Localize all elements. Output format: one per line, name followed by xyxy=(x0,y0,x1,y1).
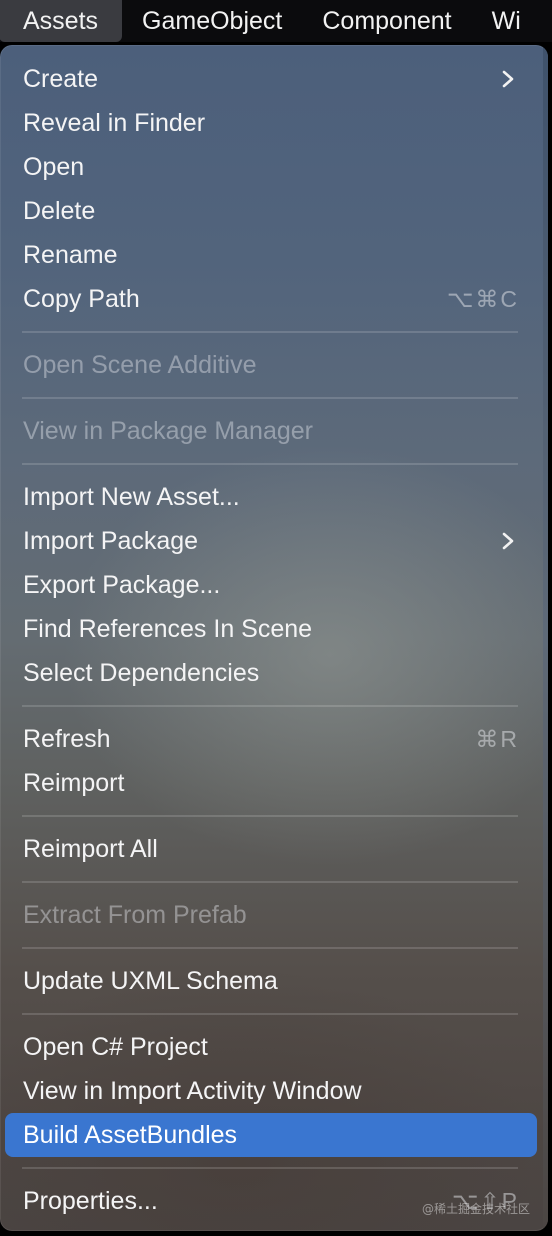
menu-item-label: Properties... xyxy=(23,1186,158,1215)
menu-item-open-scene-additive: Open Scene Additive xyxy=(5,343,537,387)
menubar-assets[interactable]: Assets xyxy=(0,0,123,42)
menu-item-label: Reimport All xyxy=(23,834,158,863)
watermark: @稀土掘金技术社区 xyxy=(421,1202,530,1216)
menu-item-label: Reimport xyxy=(23,768,125,797)
menu-item-label: Open C# Project xyxy=(23,1032,208,1061)
menu-item-delete[interactable]: Delete xyxy=(5,189,537,233)
menu-item-extract-from-prefab: Extract From Prefab xyxy=(5,893,537,937)
menu-item-update-uxml-schema[interactable]: Update UXML Schema xyxy=(5,959,537,1003)
menu-item-build-assetbundles[interactable]: Build AssetBundles xyxy=(5,1113,537,1157)
menu-separator xyxy=(22,387,518,409)
shortcut-label: ⌘R xyxy=(475,725,519,752)
menu-item-label: Open Scene Additive xyxy=(23,350,257,379)
menu-item-label: Extract From Prefab xyxy=(23,900,247,929)
screen: Assets GameObject Component Wi Create Rev… xyxy=(0,0,552,1236)
menu-item-refresh[interactable]: Refresh ⌘R xyxy=(5,717,537,761)
menu-separator xyxy=(22,1157,518,1179)
menu-item-import-package[interactable]: Import Package xyxy=(5,519,537,563)
menu-item-open-c-project[interactable]: Open C# Project xyxy=(5,1025,537,1069)
menu-separator xyxy=(22,805,518,827)
menu-item-view-in-package-manager: View in Package Manager xyxy=(5,409,537,453)
menu-item-label: Rename xyxy=(23,240,118,269)
menu-item-label: Select Dependencies xyxy=(23,658,260,687)
menu-item-label: Export Package... xyxy=(23,570,221,599)
menu-item-open[interactable]: Open xyxy=(5,145,537,189)
menu-item-label: Create xyxy=(23,64,99,93)
menu-item-view-in-import-activity-window[interactable]: View in Import Activity Window xyxy=(5,1069,537,1113)
menu-item-label: Delete xyxy=(23,196,96,225)
menu-item-label: Refresh xyxy=(23,724,111,753)
menu-item-label: View in Package Manager xyxy=(23,416,313,445)
menu-item-import-new-asset[interactable]: Import New Asset... xyxy=(5,475,537,519)
menu-item-label: View in Import Activity Window xyxy=(23,1076,362,1105)
menu-item-create[interactable]: Create xyxy=(5,57,537,101)
chevron-right-icon xyxy=(502,70,514,88)
menu-separator xyxy=(22,321,518,343)
menu-item-reveal-in-finder[interactable]: Reveal in Finder xyxy=(5,101,537,145)
menu-separator xyxy=(22,453,518,475)
menu-item-rename[interactable]: Rename xyxy=(5,233,537,277)
menu-item-label: Update UXML Schema xyxy=(23,966,278,995)
menu-item-label: Import Package xyxy=(23,526,199,555)
assets-dropdown-menu: Create Reveal in Finder Open Delete Rename Co… xyxy=(0,45,548,1231)
menu-item-label: Reveal in Finder xyxy=(23,108,206,137)
menu-item-label: Copy Path xyxy=(23,284,140,313)
menu-bar: Assets GameObject Component Wi xyxy=(0,0,552,42)
menu-item-label: Import New Asset... xyxy=(23,482,240,511)
menu-item-label: Build AssetBundles xyxy=(23,1120,238,1149)
menu-separator xyxy=(22,695,518,717)
menu-separator xyxy=(22,937,518,959)
menu-item-export-package[interactable]: Export Package... xyxy=(5,563,537,607)
chevron-right-icon xyxy=(502,532,514,550)
menu-separator xyxy=(22,1003,518,1025)
menubar-window[interactable]: Wi xyxy=(472,0,541,42)
menu-separator xyxy=(22,871,518,893)
menu-item-find-references-in-scene[interactable]: Find References In Scene xyxy=(5,607,537,651)
menu-item-select-dependencies[interactable]: Select Dependencies xyxy=(5,651,537,695)
menu-item-reimport[interactable]: Reimport xyxy=(5,761,537,805)
menu-items: Create Reveal in Finder Open Delete Rename Co… xyxy=(0,57,548,1223)
menu-item-copy-path[interactable]: Copy Path ⌥⌘C xyxy=(5,277,537,321)
menu-item-label: Open xyxy=(23,152,85,181)
menu-item-reimport-all[interactable]: Reimport All xyxy=(5,827,537,871)
menubar-gameobject[interactable]: GameObject xyxy=(122,0,302,42)
menu-item-label: Find References In Scene xyxy=(23,614,313,643)
menubar-component[interactable]: Component xyxy=(302,0,471,42)
shortcut-label: ⌥⌘C xyxy=(446,285,519,312)
